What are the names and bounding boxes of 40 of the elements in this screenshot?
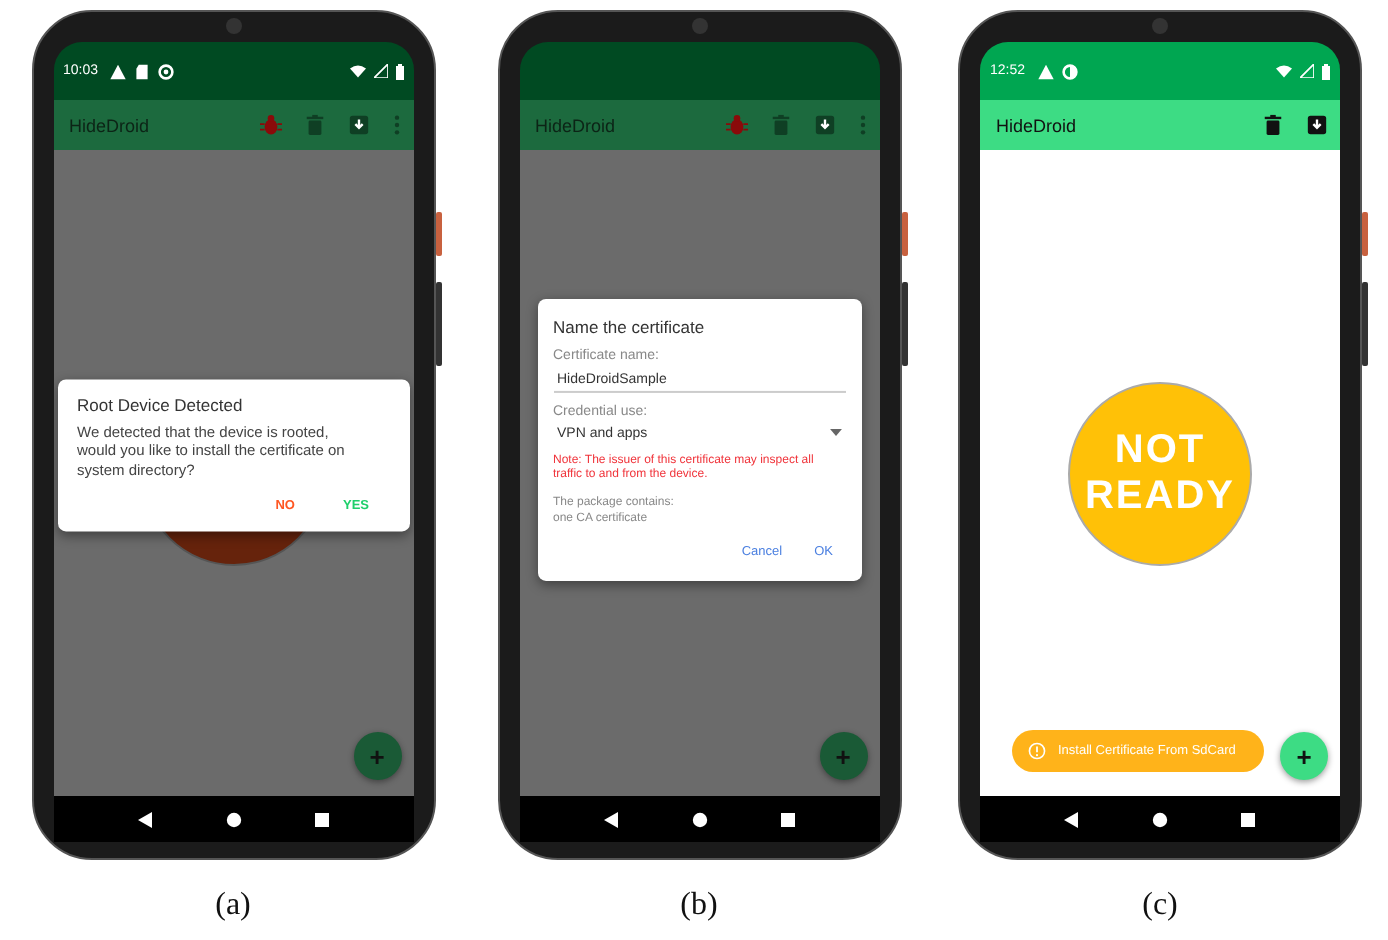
home-icon[interactable] [1152, 811, 1168, 827]
home-icon[interactable] [225, 811, 241, 827]
trash-icon[interactable] [1262, 114, 1284, 136]
download-box-icon[interactable] [813, 114, 835, 136]
circle-icon [158, 63, 175, 79]
back-icon[interactable] [1064, 811, 1080, 827]
recents-icon[interactable] [1240, 811, 1256, 827]
figure-caption: (b) [680, 888, 718, 924]
home-icon[interactable] [691, 811, 707, 827]
half-circle-icon [1061, 63, 1078, 79]
warning-icon [110, 63, 127, 79]
app-title: HideDroid [69, 115, 152, 135]
add-button[interactable]: + [819, 732, 867, 780]
download-box-icon[interactable] [347, 114, 369, 136]
recents-icon[interactable] [779, 811, 795, 827]
back-icon[interactable] [137, 811, 153, 827]
camera-lens [691, 18, 707, 34]
wifi-icon [1276, 64, 1292, 78]
add-button[interactable]: + [1280, 732, 1328, 780]
app-title: HideDroid [996, 115, 1079, 135]
figure-caption: (c) [1142, 888, 1178, 924]
back-icon[interactable] [603, 811, 619, 827]
download-box-icon[interactable] [1306, 114, 1328, 136]
app-title: HideDroid [535, 115, 618, 135]
signal-icon [1300, 64, 1314, 78]
wifi-icon [349, 64, 365, 78]
battery-icon [1322, 63, 1330, 79]
status-label: NOT READY [1082, 427, 1237, 519]
signal-icon [373, 64, 387, 78]
camera-lens [225, 18, 241, 34]
add-button[interactable]: + [353, 732, 401, 780]
camera-lens [1152, 18, 1168, 34]
warning-icon [1037, 63, 1054, 79]
figure-caption: (a) [215, 888, 251, 924]
battery-icon [395, 63, 403, 79]
dialog-title: Name the certificate [553, 315, 707, 336]
alert-icon [1028, 742, 1046, 760]
sd-card-icon [134, 63, 151, 79]
dropdown-caret-icon [829, 428, 841, 437]
recents-icon[interactable] [313, 811, 329, 827]
